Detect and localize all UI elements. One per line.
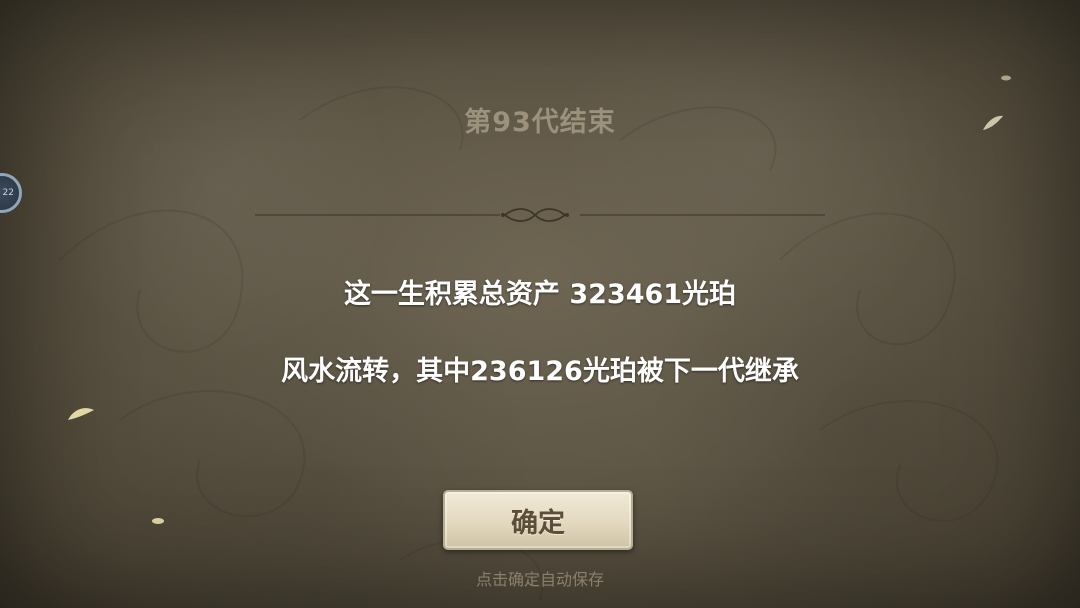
floating-petal	[152, 518, 164, 524]
floating-petal	[68, 408, 94, 420]
inheritance-text: 风水流转，其中236126光珀被下一代继承	[281, 356, 799, 387]
generation-end-title: 第93代结束	[464, 107, 616, 138]
side-avatar-badge[interactable]: 22	[0, 173, 22, 213]
confirm-button-label: 确定	[511, 507, 565, 539]
confirm-button[interactable]: 确定	[443, 490, 633, 550]
auto-save-hint: 点击确定自动保存	[475, 570, 604, 589]
floating-petal	[1001, 75, 1011, 81]
ornamental-divider	[255, 208, 825, 222]
total-assets-text: 这一生积累总资产 323461光珀	[343, 279, 737, 310]
side-badge-label: 22	[2, 188, 14, 198]
